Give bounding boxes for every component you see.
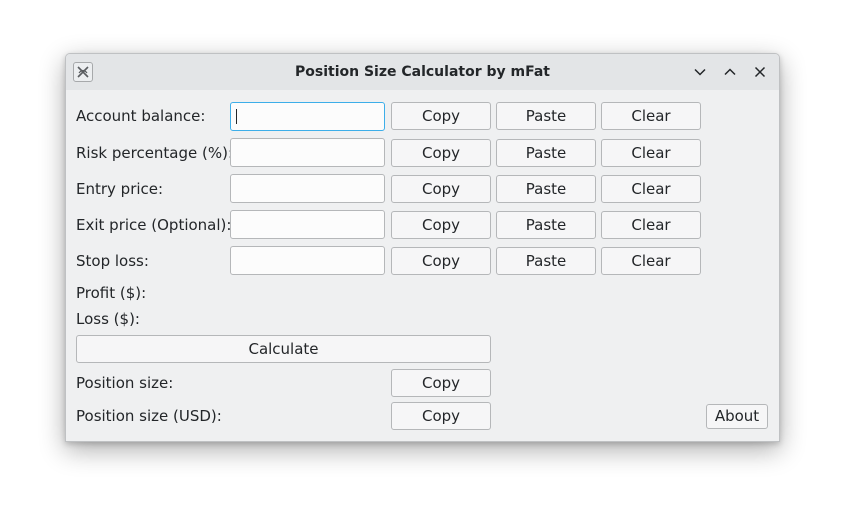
account-balance-paste-button[interactable]: Paste: [496, 102, 596, 130]
close-button[interactable]: [750, 62, 770, 82]
window-title: Position Size Calculator by mFat: [295, 64, 550, 80]
stop-loss-clear-button[interactable]: Clear: [601, 247, 701, 275]
exit-price-clear-button[interactable]: Clear: [601, 211, 701, 239]
exit-price-paste-button[interactable]: Paste: [496, 211, 596, 239]
stop-loss-paste-button[interactable]: Paste: [496, 247, 596, 275]
entry-price-clear-button[interactable]: Clear: [601, 175, 701, 203]
close-icon: [754, 66, 766, 78]
entry-price-copy-button[interactable]: Copy: [391, 175, 491, 203]
position-size-copy-button[interactable]: Copy: [391, 369, 491, 397]
risk-percentage-label: Risk percentage (%):: [76, 144, 234, 162]
maximize-button[interactable]: [720, 62, 740, 82]
title-bar[interactable]: Position Size Calculator by mFat: [66, 54, 779, 90]
calculate-button[interactable]: Calculate: [76, 335, 491, 363]
exit-price-label: Exit price (Optional):: [76, 216, 232, 234]
chevron-down-icon: [694, 68, 706, 76]
risk-percentage-copy-button[interactable]: Copy: [391, 139, 491, 167]
entry-price-paste-button[interactable]: Paste: [496, 175, 596, 203]
exit-price-input[interactable]: [230, 210, 385, 239]
account-balance-label: Account balance:: [76, 107, 206, 125]
stop-loss-copy-button[interactable]: Copy: [391, 247, 491, 275]
exit-price-copy-button[interactable]: Copy: [391, 211, 491, 239]
stop-loss-label: Stop loss:: [76, 252, 149, 270]
risk-percentage-paste-button[interactable]: Paste: [496, 139, 596, 167]
account-balance-copy-button[interactable]: Copy: [391, 102, 491, 130]
loss-label: Loss ($):: [76, 310, 140, 328]
chevron-up-icon: [724, 68, 736, 76]
entry-price-label: Entry price:: [76, 180, 164, 198]
about-button[interactable]: About: [706, 404, 768, 429]
profit-label: Profit ($):: [76, 284, 147, 302]
position-size-usd-label: Position size (USD):: [76, 407, 222, 425]
text-caret: [236, 109, 237, 124]
risk-percentage-input[interactable]: [230, 138, 385, 167]
account-balance-clear-button[interactable]: Clear: [601, 102, 701, 130]
stop-loss-input[interactable]: [230, 246, 385, 275]
position-size-label: Position size:: [76, 374, 174, 392]
account-balance-input[interactable]: [230, 102, 385, 131]
entry-price-input[interactable]: [230, 174, 385, 203]
minimize-button[interactable]: [690, 62, 710, 82]
risk-percentage-clear-button[interactable]: Clear: [601, 139, 701, 167]
app-window: Position Size Calculator by mFat Account…: [65, 53, 780, 442]
position-size-usd-copy-button[interactable]: Copy: [391, 402, 491, 430]
